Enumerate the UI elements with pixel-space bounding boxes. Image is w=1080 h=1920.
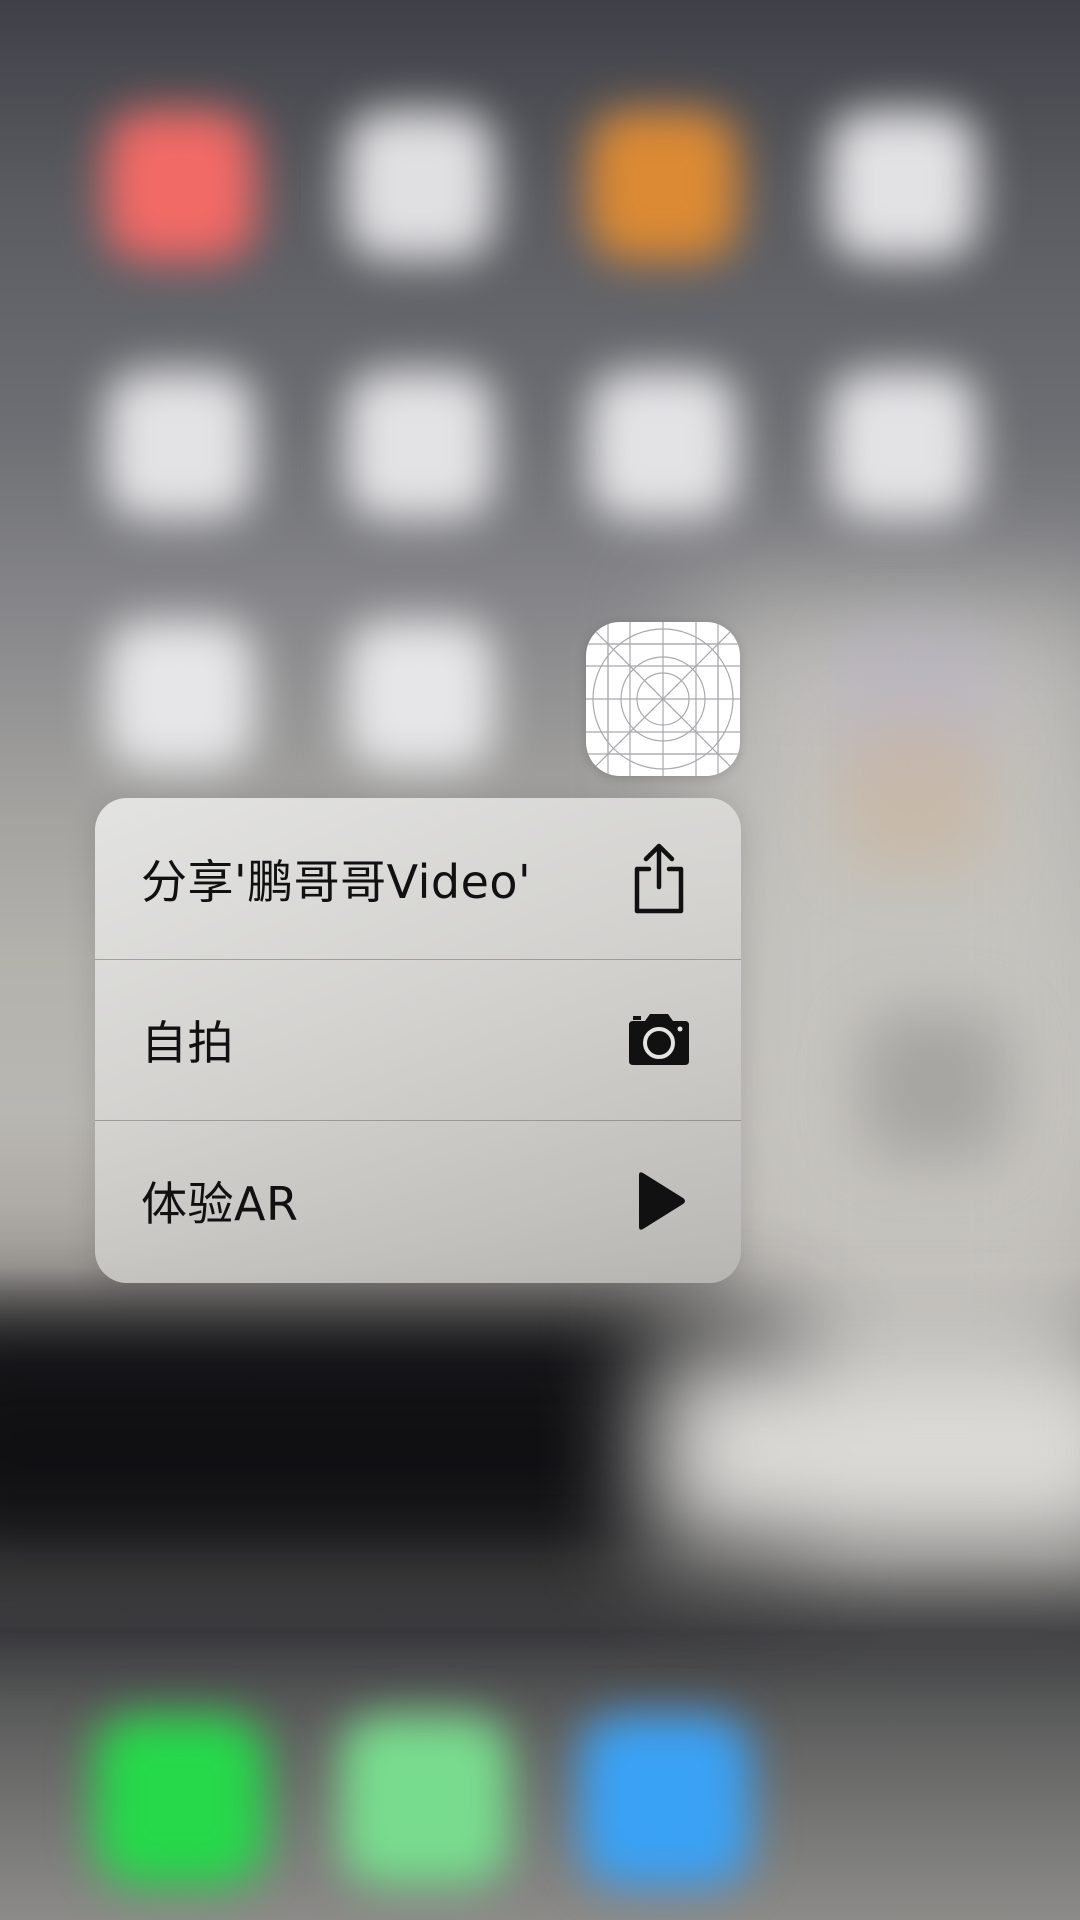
share-icon — [619, 839, 699, 919]
blurred-wallpaper-light — [650, 1350, 1080, 1550]
blurred-app-icon — [105, 110, 255, 260]
quick-action-share-label: 分享'鹏哥哥Video' — [141, 854, 532, 909]
blurred-app-icon — [588, 110, 738, 260]
blurred-app-icon — [860, 1010, 1010, 1160]
quick-action-ar[interactable]: 体验AR — [95, 1120, 741, 1281]
blurred-dock-icon — [95, 1715, 265, 1885]
quick-actions-menu: 分享'鹏哥哥Video' 自拍 体验AR — [95, 798, 741, 1283]
camera-icon — [619, 1000, 699, 1080]
blurred-dock-icon — [580, 1715, 750, 1885]
blurred-app-icon — [105, 370, 255, 520]
blurred-app-icon — [105, 620, 255, 770]
blurred-app-icon — [840, 720, 990, 870]
quick-action-selfie-label: 自拍 — [141, 1016, 234, 1070]
app-icon-template-grid[interactable] — [586, 622, 740, 776]
blurred-dock-icon — [340, 1715, 510, 1885]
quick-action-ar-label: 体验AR — [141, 1177, 299, 1231]
app-icon-grid-graphic — [586, 622, 740, 776]
blurred-app-icon — [345, 370, 495, 520]
blurred-app-icon — [345, 620, 495, 770]
blurred-app-icon — [828, 370, 978, 520]
blurred-app-icon — [345, 110, 495, 260]
quick-action-share[interactable]: 分享'鹏哥哥Video' — [95, 798, 741, 959]
blurred-app-icon — [828, 110, 978, 260]
quick-action-selfie[interactable]: 自拍 — [95, 959, 741, 1120]
blurred-app-icon — [588, 370, 738, 520]
play-icon — [619, 1161, 699, 1241]
home-screen: 分享'鹏哥哥Video' 自拍 体验AR — [0, 0, 1080, 1920]
